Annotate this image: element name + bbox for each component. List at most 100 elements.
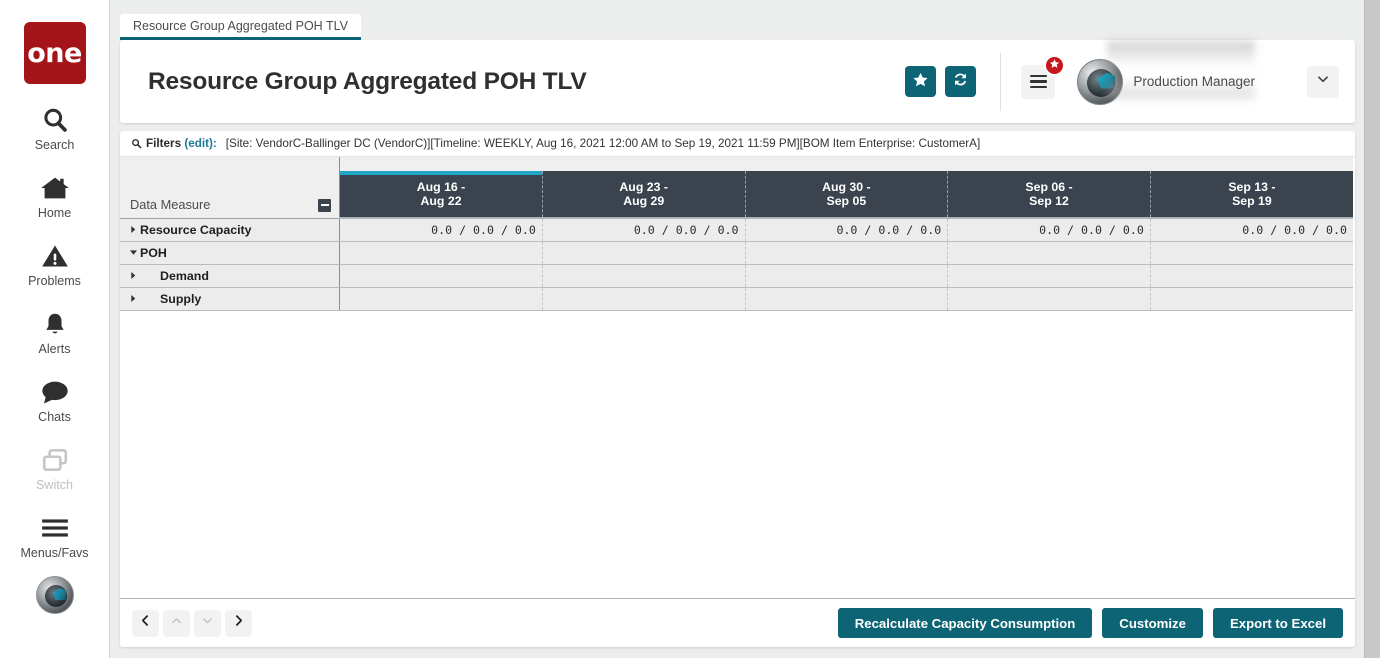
table-row[interactable]: Demand <box>120 264 1353 288</box>
cell-value[interactable] <box>339 241 543 265</box>
cell-value[interactable]: 0.0 / 0.0 / 0.0 <box>745 218 949 242</box>
favorite-button[interactable] <box>905 66 937 97</box>
tab-label: Resource Group Aggregated POH TLV <box>133 18 348 33</box>
sidebar-item-label: Menus/Favs <box>20 546 89 560</box>
column-header-period[interactable]: Sep 13 - Sep 19 <box>1150 171 1353 219</box>
column-header-period[interactable]: Aug 16 - Aug 22 <box>339 171 543 219</box>
row-label: Demand <box>160 268 209 283</box>
cell-value[interactable] <box>947 264 1151 288</box>
table-row[interactable]: Supply <box>120 287 1353 311</box>
customize-button[interactable]: Customize <box>1102 608 1203 638</box>
star-icon <box>912 71 929 93</box>
minus-square-icon[interactable] <box>318 198 332 212</box>
panel-footer: Recalculate Capacity Consumption Customi… <box>120 598 1355 647</box>
cell-value[interactable]: 0.0 / 0.0 / 0.0 <box>947 218 1151 242</box>
sidebar-item-chats[interactable]: Chats <box>0 376 109 424</box>
row-label-cell[interactable]: POH <box>120 241 341 265</box>
table-spacer-row <box>120 157 1353 171</box>
refresh-icon <box>952 71 969 93</box>
cell-value[interactable] <box>339 287 543 311</box>
row-label-cell[interactable]: Supply <box>120 287 341 311</box>
favorites-menu-button[interactable] <box>1021 54 1066 99</box>
chevron-up-icon <box>170 614 183 632</box>
hamburger-icon <box>1029 72 1047 92</box>
column-header-period[interactable]: Aug 30 - Sep 05 <box>745 171 949 219</box>
main-content: Resource Group Aggregated POH TLV Resour… <box>110 0 1365 658</box>
filter-bar: Filters (edit): [Site: VendorC-Ballinger… <box>120 131 1355 157</box>
row-label: Supply <box>160 291 202 306</box>
table-head: Data Measure Aug 16 - Aug 22 Aug 23 - Au <box>120 157 1353 219</box>
cell-value[interactable]: 0.0 / 0.0 / 0.0 <box>542 218 746 242</box>
period-line1: Aug 16 - <box>416 179 466 194</box>
cell-value[interactable] <box>745 241 949 265</box>
sidebar-item-label: Search <box>34 138 75 152</box>
filters-value: [Site: VendorC-Ballinger DC (VendorC)][T… <box>225 137 981 150</box>
sidebar-item-menus-favs[interactable]: Menus/Favs <box>0 512 109 560</box>
page-first-button[interactable] <box>132 609 159 637</box>
sidebar-avatar[interactable] <box>0 576 109 614</box>
table-header-row: Data Measure Aug 16 - Aug 22 Aug 23 - Au <box>120 171 1353 219</box>
chevron-right-icon[interactable] <box>126 271 140 280</box>
cell-value[interactable] <box>1150 287 1353 311</box>
refresh-button[interactable] <box>945 66 977 97</box>
export-to-excel-button[interactable]: Export to Excel <box>1212 608 1343 638</box>
hamburger-icon <box>40 512 70 544</box>
column-header-period[interactable]: Aug 23 - Aug 29 <box>542 171 746 219</box>
sidebar-item-search[interactable]: Search <box>0 104 109 152</box>
sidebar-item-problems[interactable]: Problems <box>0 240 109 288</box>
table-row[interactable]: POH <box>120 241 1353 265</box>
chevron-right-icon[interactable] <box>126 294 140 303</box>
chevron-right-icon[interactable] <box>126 225 140 234</box>
cell-value[interactable] <box>1150 241 1353 265</box>
search-icon <box>131 138 142 149</box>
chevron-left-icon <box>139 614 152 632</box>
page-next-button[interactable] <box>225 609 252 637</box>
table-body: Resource Capacity 0.0 / 0.0 / 0.0 0.0 / … <box>120 218 1353 311</box>
cell-value[interactable] <box>542 287 746 311</box>
cell-value[interactable] <box>1150 264 1353 288</box>
footer-actions: Recalculate Capacity Consumption Customi… <box>828 608 1343 638</box>
sidebar-item-label: Problems <box>28 274 81 288</box>
cell-value[interactable] <box>745 264 949 288</box>
user-menu[interactable]: Production Manager <box>1055 40 1339 105</box>
sidebar-item-label: Chats <box>38 410 71 424</box>
row-label-cell[interactable]: Demand <box>120 264 341 288</box>
cell-value[interactable] <box>542 241 746 265</box>
user-dropdown-button[interactable] <box>1307 65 1339 98</box>
redacted-user-name <box>1107 40 1256 99</box>
warning-icon <box>41 240 69 272</box>
recalculate-capacity-consumption-button[interactable]: Recalculate Capacity Consumption <box>837 608 1093 638</box>
cell-value[interactable] <box>947 287 1151 311</box>
row-label: POH <box>140 245 167 260</box>
user-role-label: Production Manager <box>1133 74 1255 89</box>
cell-value[interactable] <box>947 241 1151 265</box>
table-row[interactable]: Resource Capacity 0.0 / 0.0 / 0.0 0.0 / … <box>120 218 1353 242</box>
data-table: Data Measure Aug 16 - Aug 22 Aug 23 - Au <box>120 157 1353 311</box>
cell-value[interactable]: 0.0 / 0.0 / 0.0 <box>339 218 543 242</box>
sidebar-item-home[interactable]: Home <box>0 172 109 220</box>
chat-icon <box>40 376 70 408</box>
chevron-down-icon[interactable] <box>126 249 140 256</box>
page-up-button[interactable] <box>163 609 190 637</box>
cell-value[interactable] <box>745 287 949 311</box>
period-line2: Sep 05 <box>826 194 867 208</box>
filters-edit-link[interactable]: (edit): <box>184 137 216 150</box>
app-window: one Search Home Problems Alerts Chats Sw… <box>0 0 1380 658</box>
cell-value[interactable] <box>542 264 746 288</box>
row-label-cell[interactable]: Resource Capacity <box>120 218 341 242</box>
column-header-period[interactable]: Sep 06 - Sep 12 <box>947 171 1151 219</box>
page-title: Resource Group Aggregated POH TLV <box>148 67 587 95</box>
sidebar-item-label: Home <box>37 206 72 220</box>
period-line2: Sep 19 <box>1232 194 1272 208</box>
period-line1: Sep 06 - <box>1025 179 1073 194</box>
page-down-button[interactable] <box>194 609 221 637</box>
tab-resource-group-aggregated-poh-tlv[interactable]: Resource Group Aggregated POH TLV <box>120 14 361 40</box>
cell-value[interactable]: 0.0 / 0.0 / 0.0 <box>1150 218 1353 242</box>
sidebar-item-alerts[interactable]: Alerts <box>0 308 109 356</box>
sidebar-item-switch[interactable]: Switch <box>0 444 109 492</box>
app-logo[interactable]: one <box>23 22 86 84</box>
header-divider <box>1000 52 1002 111</box>
column-header-data-measure: Data Measure <box>120 171 341 219</box>
period-line2: Sep 12 <box>1029 194 1069 208</box>
cell-value[interactable] <box>339 264 543 288</box>
